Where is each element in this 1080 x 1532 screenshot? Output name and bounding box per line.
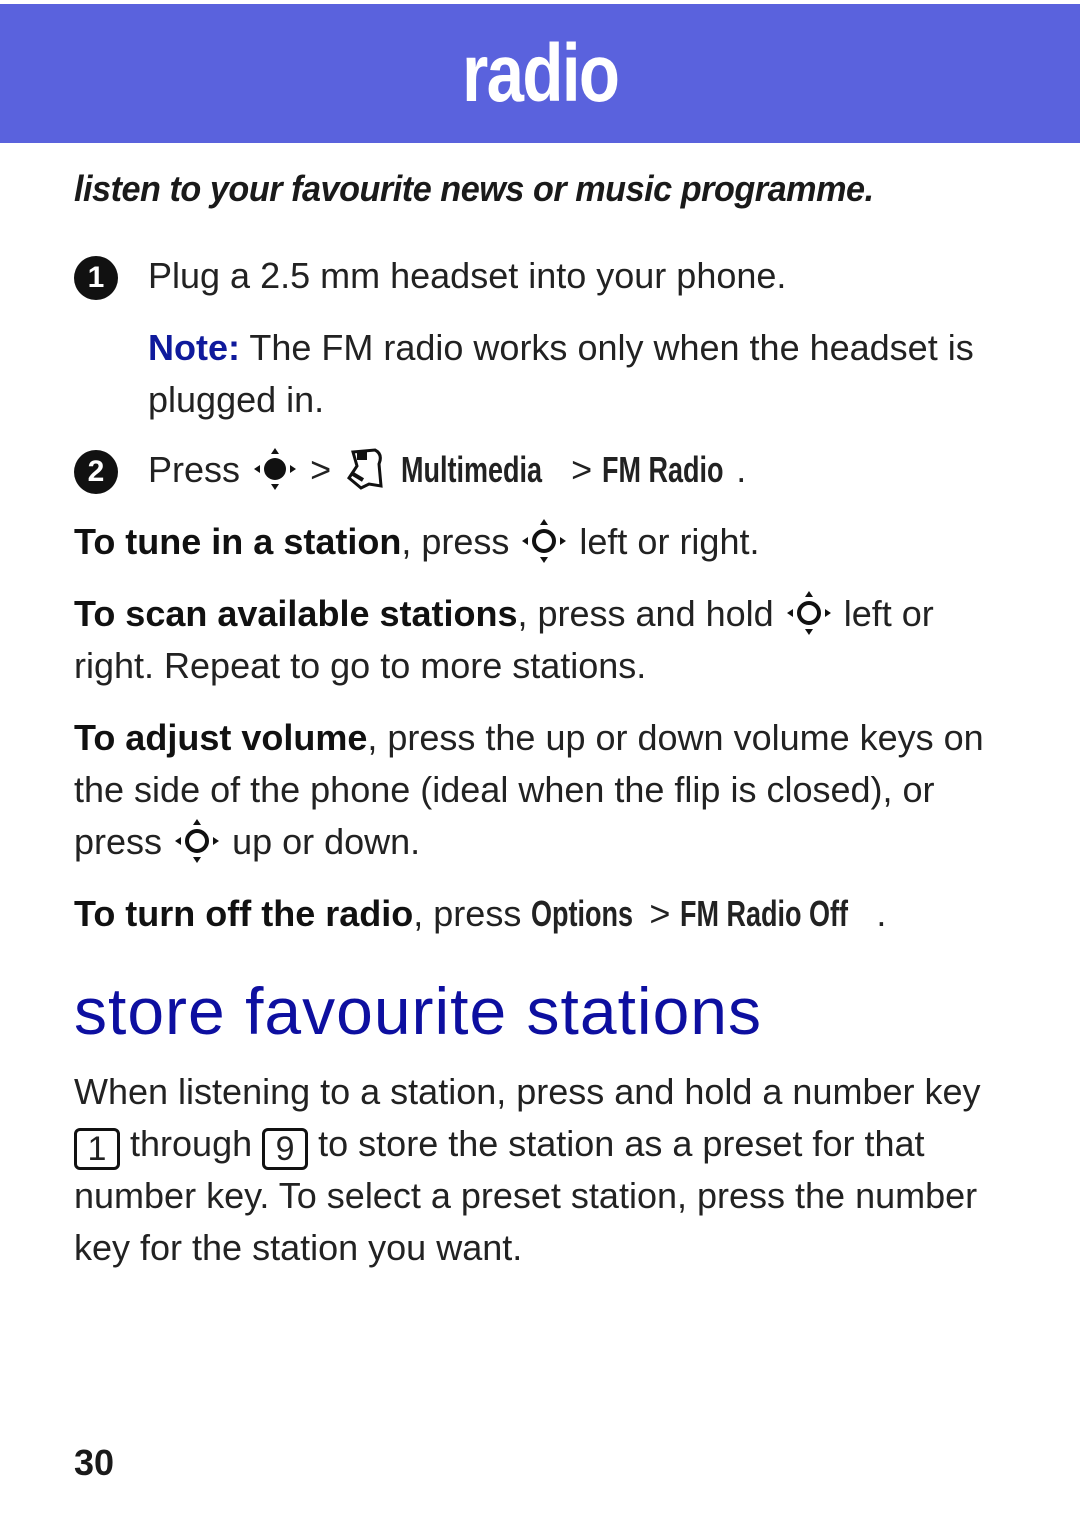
separator: > xyxy=(310,449,332,490)
section-body: When listening to a station, press and h… xyxy=(74,1066,1004,1274)
instruction-turn-off-label: To turn off the radio xyxy=(74,893,414,934)
nav-key-icon xyxy=(786,591,831,635)
separator: > xyxy=(649,893,671,934)
page-content: listen to your favourite news or music p… xyxy=(74,168,1004,1274)
section-title: store favourite stations xyxy=(74,974,762,1048)
nav-key-icon xyxy=(175,819,220,863)
step-1-text: Plug a 2.5 mm headset into your phone. xyxy=(148,255,787,296)
instruction-text: up or down. xyxy=(232,821,421,862)
period: . xyxy=(876,893,887,934)
instruction-turn-off: To turn off the radio, press Options > F… xyxy=(74,888,1004,940)
instruction-text: , press xyxy=(401,521,510,562)
nav-key-icon xyxy=(522,519,567,563)
separator: > xyxy=(571,449,593,490)
step-1: 1 Plug a 2.5 mm headset into your phone. xyxy=(74,250,1004,302)
menu-item-multimedia: Multimedia xyxy=(401,449,543,490)
instruction-volume-label: To adjust volume xyxy=(74,717,368,758)
section-text: When listening to a station, press and h… xyxy=(74,1071,981,1112)
chapter-title: radio xyxy=(461,27,620,119)
instruction-tune: To tune in a station, press left or righ… xyxy=(74,516,1004,568)
menu-item-fm-radio: FM Radio xyxy=(602,449,724,490)
step-number-2-icon: 2 xyxy=(74,450,118,494)
page-number: 30 xyxy=(74,1442,115,1483)
instruction-text: left or right. xyxy=(579,521,760,562)
instruction-scan-label: To scan available stations xyxy=(74,593,518,634)
multimedia-icon xyxy=(347,448,383,490)
step-2: 2 Press > Multimedia > FM Radio. xyxy=(74,444,1004,496)
key-9-icon: 9 xyxy=(262,1128,309,1170)
instruction-tune-label: To tune in a station xyxy=(74,521,402,562)
instruction-text: , press xyxy=(413,893,522,934)
menu-item-options: Options xyxy=(531,893,634,934)
instruction-volume: To adjust volume, press the up or down v… xyxy=(74,712,1004,868)
tagline: listen to your favourite news or music p… xyxy=(74,168,874,209)
instruction-text: , press and hold xyxy=(517,593,774,634)
key-1-icon: 1 xyxy=(74,1128,120,1170)
menu-item-fm-radio-off: FM Radio Off xyxy=(680,893,849,934)
instruction-scan: To scan available stations, press and ho… xyxy=(74,588,1004,692)
chapter-header: radio xyxy=(0,4,1080,143)
nav-key-select-icon xyxy=(254,448,297,490)
note-label: Note: xyxy=(148,327,240,368)
note: Note: The FM radio works only when the h… xyxy=(74,322,1004,426)
step-number-1-icon: 1 xyxy=(74,256,118,300)
note-text: The FM radio works only when the headset… xyxy=(148,327,974,420)
section-text: through xyxy=(130,1123,253,1164)
step-2-prefix: Press xyxy=(148,449,241,490)
period: . xyxy=(736,449,747,490)
